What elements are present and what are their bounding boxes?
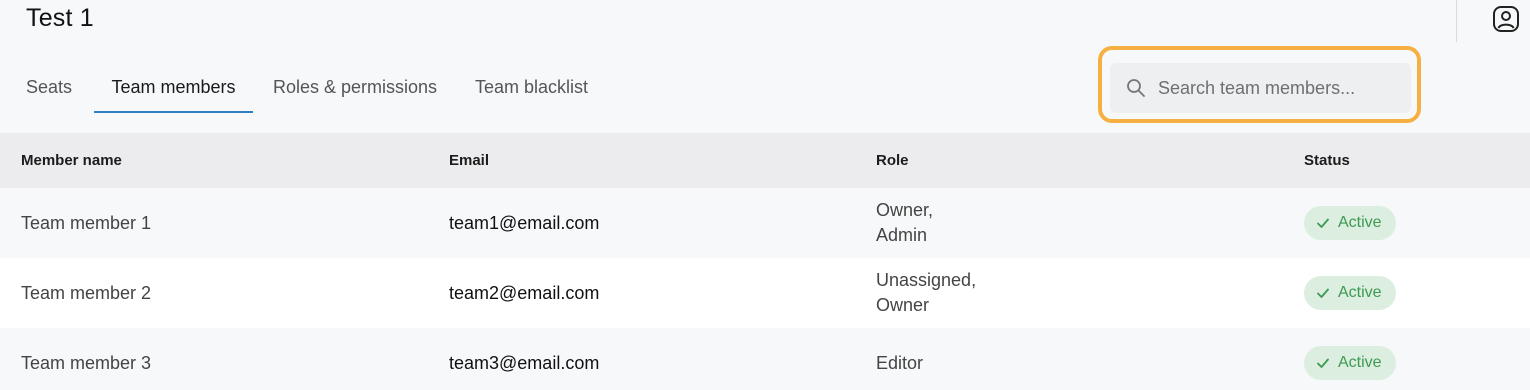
- column-header-member-name[interactable]: Member name: [21, 133, 122, 188]
- team-members-table: Member name Email Role Status Team membe…: [0, 133, 1530, 390]
- column-header-email[interactable]: Email: [449, 133, 489, 188]
- search-icon: [1126, 78, 1146, 98]
- check-icon: [1317, 288, 1329, 298]
- member-email: team3@email.com: [449, 352, 600, 373]
- check-icon: [1317, 218, 1329, 228]
- member-status: Active: [1304, 188, 1396, 258]
- table-header: Member name Email Role Status: [0, 133, 1530, 188]
- column-header-status[interactable]: Status: [1304, 133, 1350, 188]
- status-badge: Active: [1304, 206, 1396, 240]
- member-status: Active: [1304, 328, 1396, 390]
- page-title: Test 1: [26, 4, 94, 32]
- tab-team-members[interactable]: Team members: [94, 60, 253, 114]
- member-role: Owner, Admin: [876, 188, 933, 258]
- search-input[interactable]: [1158, 77, 1378, 99]
- member-name: Team member 1: [21, 212, 152, 233]
- check-icon: [1317, 358, 1329, 368]
- role-line: Editor: [876, 352, 924, 373]
- tab-roles-permissions[interactable]: Roles & permissions: [273, 60, 437, 114]
- user-account-icon: [1493, 6, 1519, 32]
- column-header-role[interactable]: Role: [876, 133, 909, 188]
- role-line: Owner,: [876, 200, 934, 220]
- member-role: Unassigned, Owner: [876, 258, 976, 328]
- role-line: Unassigned,: [876, 270, 977, 290]
- role-line: Admin: [876, 225, 928, 245]
- status-badge: Active: [1304, 346, 1396, 380]
- status-badge: Active: [1304, 276, 1396, 310]
- tab-team-blacklist[interactable]: Team blacklist: [475, 60, 588, 114]
- user-account-button[interactable]: [1490, 4, 1522, 34]
- member-status: Active: [1304, 258, 1396, 328]
- member-name: Team member 2: [21, 282, 152, 303]
- member-email: team2@email.com: [449, 282, 600, 303]
- member-role: Editor: [876, 328, 923, 390]
- search-box[interactable]: [1110, 63, 1411, 113]
- table-row[interactable]: Team member 2 team2@email.com Unassigned…: [0, 258, 1530, 328]
- status-label: Active: [1338, 284, 1382, 301]
- member-name: Team member 3: [21, 352, 152, 373]
- role-line: Owner: [876, 295, 930, 315]
- status-label: Active: [1338, 214, 1382, 231]
- table-row[interactable]: Team member 1 team1@email.com Owner, Adm…: [0, 188, 1530, 258]
- header-divider: [1456, 0, 1457, 42]
- team-page: Test 1 Seats Team members Roles & permis…: [0, 0, 1530, 390]
- member-email: team1@email.com: [449, 212, 600, 233]
- status-label: Active: [1338, 354, 1382, 371]
- tab-seats[interactable]: Seats: [26, 60, 72, 114]
- table-row[interactable]: Team member 3 team3@email.com Editor Act…: [0, 328, 1530, 390]
